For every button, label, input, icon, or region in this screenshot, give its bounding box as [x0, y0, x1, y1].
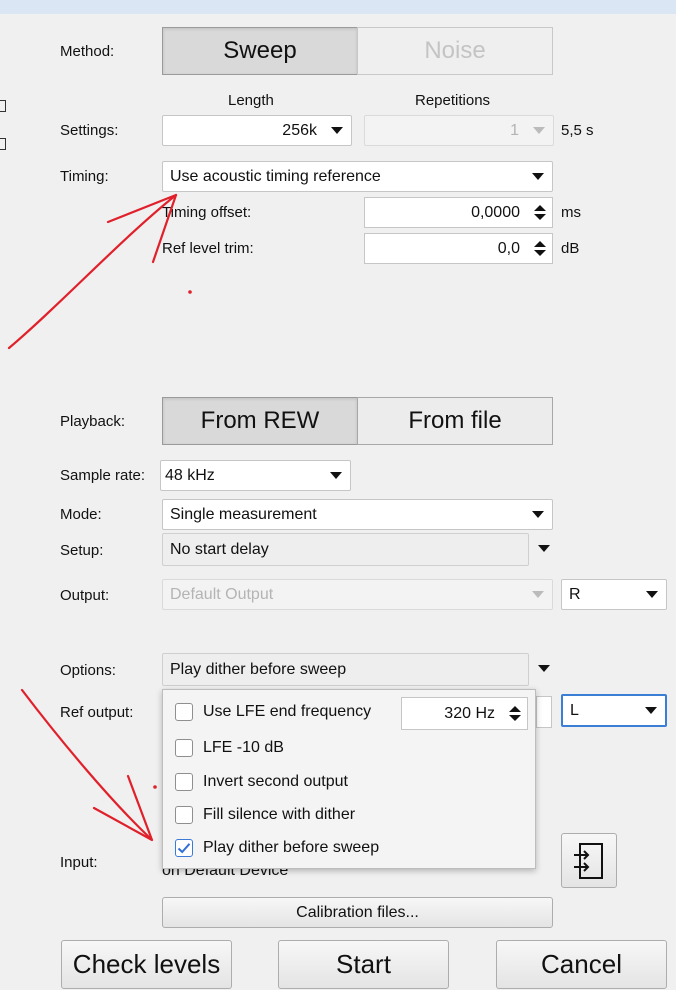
- mode-select[interactable]: Single measurement: [162, 499, 553, 530]
- option-use-lfe-end-frequency[interactable]: Use LFE end frequency: [175, 703, 371, 721]
- spinner-arrows-icon[interactable]: [503, 706, 527, 721]
- settings-label: Settings:: [60, 122, 119, 139]
- ref-output-channel-select[interactable]: L: [561, 694, 667, 727]
- option-play-dither-before-sweep[interactable]: Play dither before sweep: [175, 839, 379, 857]
- chevron-down-icon: [330, 472, 342, 479]
- output-label: Output:: [60, 587, 110, 604]
- repetitions-select[interactable]: 1: [364, 115, 554, 146]
- annotation-arrowhead-dither: [92, 774, 154, 842]
- options-dropdown-popup: Use LFE end frequency 320 Hz LFE -10 dB …: [162, 689, 536, 869]
- clipped-bracket: [0, 100, 6, 112]
- chevron-down-icon: [533, 127, 545, 134]
- length-value: 256k: [282, 121, 317, 139]
- chevron-down-icon: [532, 173, 544, 180]
- option-label: LFE -10 dB: [203, 739, 284, 756]
- option-label: Play dither before sweep: [203, 839, 380, 856]
- clipped-bracket: [0, 138, 6, 150]
- output-device-select[interactable]: Default Output: [162, 579, 553, 610]
- input-label: Input:: [60, 854, 98, 871]
- options-label: Options:: [60, 662, 116, 679]
- chevron-down-icon: [646, 591, 658, 598]
- length-header: Length: [228, 92, 274, 109]
- cancel-button[interactable]: Cancel: [496, 940, 667, 989]
- sample-rate-value: 48 kHz: [165, 466, 215, 484]
- checkbox[interactable]: [175, 739, 193, 757]
- timing-offset-label: Timing offset:: [162, 204, 252, 221]
- checkmark-icon: [177, 843, 191, 854]
- timing-offset-value: 0,0000: [471, 203, 520, 221]
- option-label: Fill silence with dither: [203, 806, 356, 823]
- options-chevron-down-icon[interactable]: [538, 665, 550, 672]
- chevron-down-icon: [645, 707, 657, 714]
- lfe-frequency-spinner[interactable]: 320 Hz: [401, 697, 528, 730]
- setup-value: No start delay: [170, 540, 269, 558]
- timing-offset-unit: ms: [561, 204, 581, 221]
- options-value: Play dither before sweep: [170, 660, 347, 678]
- ref-output-label: Ref output:: [60, 704, 134, 721]
- input-select-button[interactable]: [561, 833, 617, 888]
- title-bar-strip: [0, 0, 676, 14]
- option-label: Use LFE end frequency: [203, 703, 372, 720]
- option-invert-second-output[interactable]: Invert second output: [175, 773, 348, 791]
- sweep-duration: 5,5 s: [561, 122, 594, 139]
- input-device-icon: [574, 842, 603, 879]
- option-label: Invert second output: [203, 773, 348, 790]
- chevron-down-icon: [532, 511, 544, 518]
- ref-output-select-edge[interactable]: [536, 696, 552, 728]
- ref-level-trim-label: Ref level trim:: [162, 240, 254, 257]
- method-label: Method:: [60, 43, 115, 60]
- sample-rate-select[interactable]: 48 kHz: [160, 460, 351, 491]
- checkbox[interactable]: [175, 806, 193, 824]
- sample-rate-label: Sample rate:: [60, 467, 146, 484]
- mode-value: Single measurement: [170, 505, 317, 523]
- setup-chevron-down-icon[interactable]: [538, 545, 550, 552]
- output-channel-value: R: [569, 585, 581, 603]
- repetitions-value: 1: [510, 121, 519, 139]
- length-select[interactable]: 256k: [162, 115, 352, 146]
- playback-label: Playback:: [60, 413, 126, 430]
- repetitions-header: Repetitions: [415, 92, 491, 109]
- option-fill-silence-with-dither[interactable]: Fill silence with dither: [175, 806, 355, 824]
- spinner-arrows-icon[interactable]: [528, 205, 552, 220]
- output-device-value: Default Output: [170, 585, 274, 603]
- annotation-dot: [188, 290, 192, 294]
- chevron-down-icon: [331, 127, 343, 134]
- ref-level-trim-spinner[interactable]: 0,0: [364, 233, 553, 264]
- timing-select[interactable]: Use acoustic timing reference: [162, 161, 553, 192]
- method-sweep-button[interactable]: Sweep: [162, 27, 358, 75]
- checkbox-checked[interactable]: [175, 839, 193, 857]
- spinner-arrows-icon[interactable]: [528, 241, 552, 256]
- lfe-frequency-value: 320 Hz: [444, 704, 495, 722]
- chevron-down-icon: [532, 591, 544, 598]
- setup-select[interactable]: No start delay: [162, 533, 529, 566]
- options-select[interactable]: Play dither before sweep: [162, 653, 529, 686]
- checkbox[interactable]: [175, 703, 193, 721]
- timing-label: Timing:: [60, 168, 109, 185]
- playback-from-file-button[interactable]: From file: [357, 397, 553, 445]
- setup-label: Setup:: [60, 542, 104, 559]
- method-noise-button[interactable]: Noise: [357, 27, 553, 75]
- option-lfe-minus-10-db[interactable]: LFE -10 dB: [175, 739, 284, 757]
- annotation-dot: [153, 785, 157, 789]
- start-button[interactable]: Start: [278, 940, 449, 989]
- playback-from-rew-button[interactable]: From REW: [162, 397, 358, 445]
- check-levels-button[interactable]: Check levels: [61, 940, 232, 989]
- output-channel-select[interactable]: R: [561, 579, 667, 610]
- ref-output-channel-value: L: [570, 701, 579, 719]
- ref-level-trim-value: 0,0: [497, 239, 520, 257]
- ref-level-trim-unit: dB: [561, 240, 580, 257]
- calibration-files-button[interactable]: Calibration files...: [162, 897, 553, 928]
- timing-value: Use acoustic timing reference: [170, 167, 381, 185]
- mode-label: Mode:: [60, 506, 102, 523]
- timing-offset-spinner[interactable]: 0,0000: [364, 197, 553, 228]
- annotation-arrow-to-timing: [7, 193, 178, 350]
- checkbox[interactable]: [175, 773, 193, 791]
